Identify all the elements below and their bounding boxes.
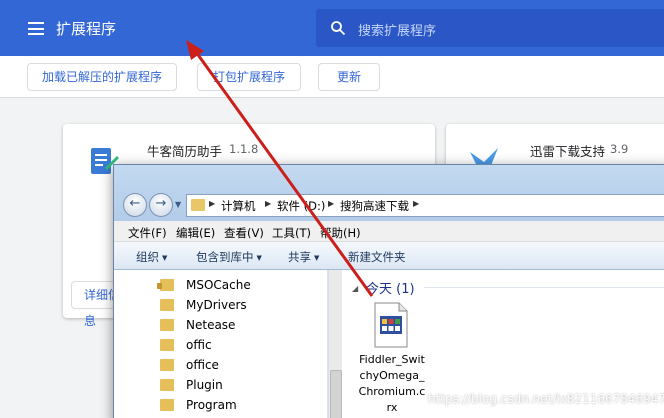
tree-item[interactable]: Netease bbox=[160, 315, 330, 335]
navigation-pane: MSOCache MyDrivers Netease offic office … bbox=[120, 270, 328, 418]
tree-item[interactable]: office bbox=[160, 355, 330, 375]
navigation-scrollbar[interactable] bbox=[328, 270, 342, 418]
pack-extension-button[interactable]: 打包扩展程序 bbox=[197, 63, 301, 91]
menu-edit[interactable]: 编辑(E) bbox=[176, 225, 215, 241]
tree-item-label: MyDrivers bbox=[186, 298, 247, 312]
explorer-titlebar: ← → ▼ ▶ 计算机 ▶ 软件 (D:) ▶ 搜狗高速下载 ▶ bbox=[114, 165, 664, 221]
scrollbar-thumb[interactable] bbox=[330, 370, 342, 418]
tree-item-label: MSOCache bbox=[186, 278, 251, 292]
load-unpacked-button[interactable]: 加载已解压的扩展程序 bbox=[27, 63, 177, 91]
watermark: https://blog.csdn.net/lx8211667846947 bbox=[428, 392, 664, 406]
extension-version: 3.9 bbox=[610, 142, 629, 156]
collapse-group-icon[interactable]: ◢ bbox=[352, 284, 358, 293]
folder-icon bbox=[160, 339, 174, 351]
menu-help[interactable]: 帮助(H) bbox=[320, 225, 361, 241]
file-name: Fiddler_SwitchyOmega_Chromium.crx bbox=[358, 353, 426, 414]
folder-icon bbox=[160, 319, 174, 331]
tree-item-label: Netease bbox=[186, 318, 236, 332]
breadcrumb-separator-icon: ▶ bbox=[265, 199, 272, 208]
breadcrumb-separator-icon: ▶ bbox=[413, 199, 420, 208]
crx-file-icon bbox=[374, 302, 408, 348]
group-header[interactable]: 今天 (1) bbox=[366, 278, 415, 297]
update-button[interactable]: 更新 bbox=[318, 63, 380, 91]
back-arrow-icon[interactable]: ← bbox=[123, 193, 147, 217]
address-bar[interactable]: ▶ 计算机 ▶ 软件 (D:) ▶ 搜狗高速下载 ▶ bbox=[186, 194, 664, 217]
menu-tools[interactable]: 工具(T) bbox=[272, 225, 311, 241]
search-icon bbox=[331, 21, 346, 36]
menu-file[interactable]: 文件(F) bbox=[128, 225, 167, 241]
recent-pages-chevron-icon[interactable]: ▼ bbox=[175, 200, 181, 209]
menu-bar: 文件(F) 编辑(E) 查看(V) 工具(T) 帮助(H) bbox=[114, 221, 664, 242]
folder-icon bbox=[160, 299, 174, 311]
tree-item[interactable]: Plugin bbox=[160, 375, 330, 395]
tree-item[interactable]: MSOCache bbox=[157, 275, 330, 295]
new-folder-button[interactable]: 新建文件夹 bbox=[348, 249, 406, 265]
folder-icon bbox=[160, 399, 174, 411]
tree-item[interactable]: Program bbox=[160, 395, 330, 415]
tree-item-label: Program bbox=[186, 398, 237, 412]
chevron-down-icon: ▼ bbox=[162, 254, 168, 262]
extensions-header: 扩展程序 搜索扩展程序 bbox=[0, 0, 664, 56]
breadcrumb-item[interactable]: 计算机 bbox=[221, 198, 256, 214]
share-label: 共享 bbox=[288, 250, 311, 264]
organize-button[interactable]: 组织 ▼ bbox=[136, 249, 167, 265]
breadcrumb-separator-icon: ▶ bbox=[209, 199, 216, 208]
tree-item-label: Plugin bbox=[186, 378, 223, 392]
share-button[interactable]: 共享 ▼ bbox=[288, 249, 319, 265]
hamburger-menu-icon[interactable] bbox=[28, 22, 44, 35]
include-in-library-button[interactable]: 包含到库中 ▼ bbox=[196, 249, 262, 265]
locked-folder-icon bbox=[157, 279, 174, 291]
include-in-library-label: 包含到库中 bbox=[196, 250, 254, 264]
tree-item[interactable]: MyDrivers bbox=[160, 295, 330, 315]
explorer-window: ← → ▼ ▶ 计算机 ▶ 软件 (D:) ▶ 搜狗高速下载 ▶ 文件(F) 编… bbox=[113, 164, 664, 418]
tree-item[interactable]: offic bbox=[160, 335, 330, 355]
tree-item-label: offic bbox=[186, 338, 212, 352]
organize-label: 组织 bbox=[136, 250, 159, 264]
extension-name: 牛客简历助手 bbox=[147, 144, 223, 159]
page-title: 扩展程序 bbox=[56, 20, 117, 38]
chevron-down-icon: ▼ bbox=[256, 254, 262, 262]
forward-arrow-icon[interactable]: → bbox=[149, 193, 173, 217]
breadcrumb-item[interactable]: 软件 (D:) bbox=[277, 198, 325, 214]
folder-icon bbox=[160, 359, 174, 371]
command-bar: 组织 ▼ 包含到库中 ▼ 共享 ▼ 新建文件夹 bbox=[114, 242, 664, 270]
folder-icon bbox=[191, 199, 205, 211]
extension-version: 1.1.8 bbox=[229, 142, 259, 156]
folder-icon bbox=[160, 379, 174, 391]
breadcrumb-item[interactable]: 搜狗高速下载 bbox=[340, 198, 409, 214]
extensions-toolbar: 加载已解压的扩展程序 打包扩展程序 更新 bbox=[0, 56, 664, 98]
chevron-down-icon: ▼ bbox=[314, 254, 320, 262]
extension-name: 迅雷下载支持 bbox=[530, 144, 606, 159]
tree-item-label: office bbox=[186, 358, 219, 372]
group-divider bbox=[424, 287, 664, 288]
breadcrumb-separator-icon: ▶ bbox=[328, 199, 335, 208]
search-placeholder: 搜索扩展程序 bbox=[358, 24, 437, 39]
menu-view[interactable]: 查看(V) bbox=[224, 225, 264, 241]
search-input[interactable]: 搜索扩展程序 bbox=[316, 9, 664, 47]
